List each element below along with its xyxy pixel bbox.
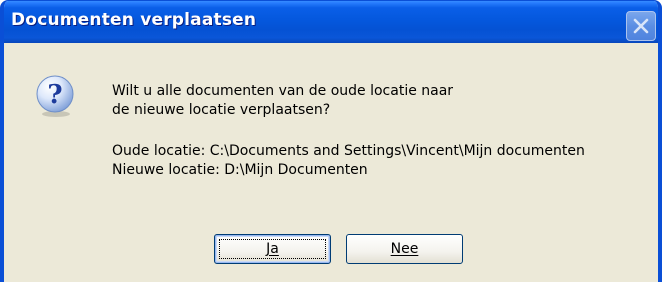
dialog-content: ? Wilt u alle documenten van de oude loc… [4, 43, 658, 282]
old-location-text: Oude locatie: C:\Documents and Settings\… [112, 143, 585, 159]
no-button[interactable]: Nee [346, 234, 463, 264]
new-location-text: Nieuwe locatie: D:\Mijn Documenten [112, 162, 368, 178]
close-button[interactable] [626, 11, 656, 41]
question-icon: ? [34, 74, 78, 118]
message-line-2: de nieuwe locatie verplaatsen? [112, 102, 331, 118]
location-info: Oude locatie: C:\Documents and Settings\… [112, 142, 585, 180]
window-title: Documenten verplaatsen [11, 10, 257, 30]
message-text: Wilt u alle documenten van de oude locat… [112, 82, 453, 120]
message-line-1: Wilt u alle documenten van de oude locat… [112, 83, 454, 99]
svg-text:?: ? [47, 80, 62, 110]
yes-button[interactable]: Ja [214, 234, 331, 264]
dialog-window: Documenten verplaatsen ? Wilt u alle doc… [0, 0, 662, 282]
title-bar[interactable]: Documenten verplaatsen [4, 1, 658, 43]
yes-button-label: Ja [266, 241, 279, 257]
no-button-label: Nee [390, 241, 419, 257]
